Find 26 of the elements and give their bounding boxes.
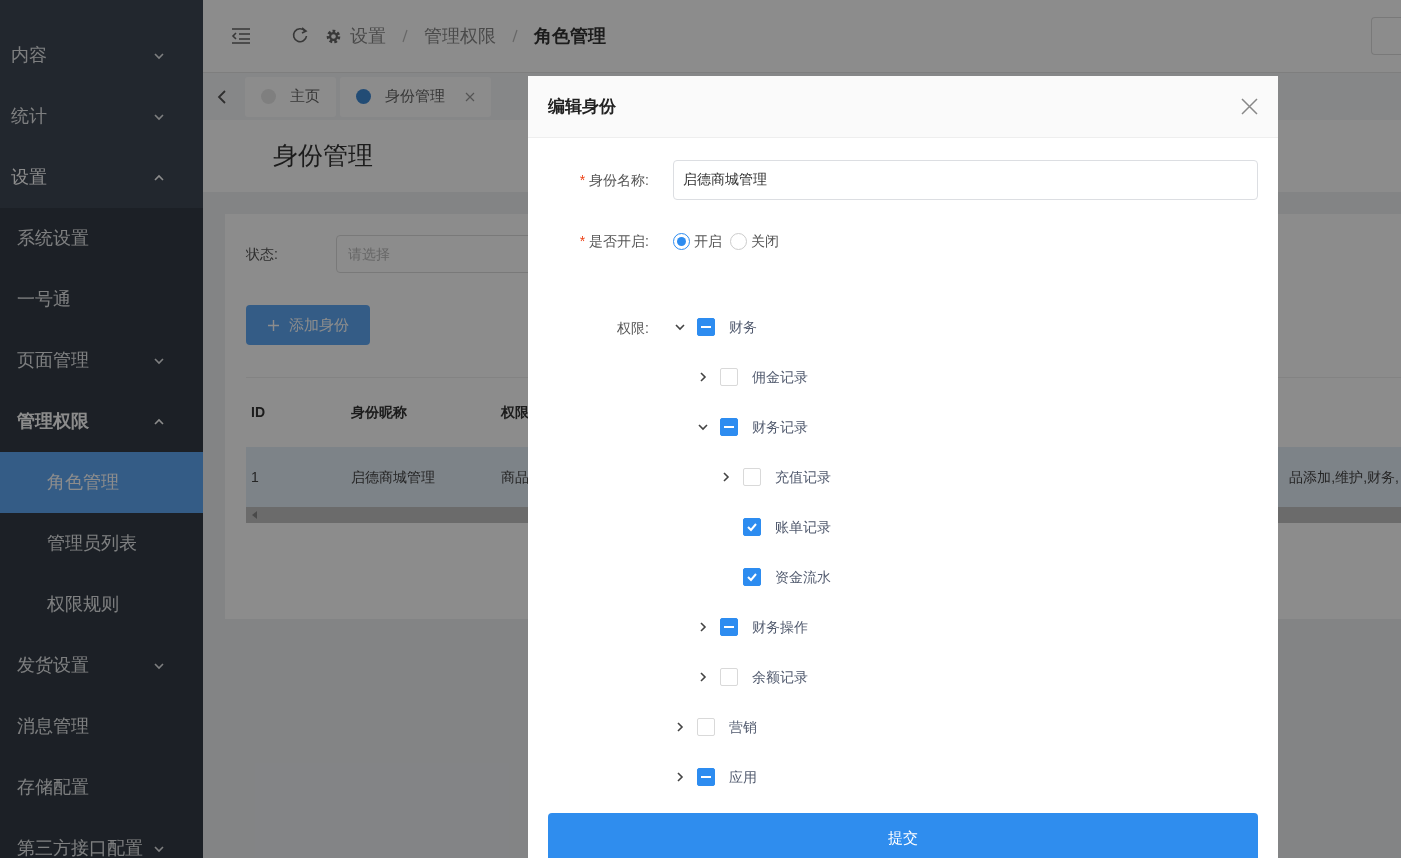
tree-node-label: 余额记录: [752, 667, 808, 687]
required-mark: *: [579, 232, 586, 251]
field-label: 权限:: [617, 319, 649, 338]
tree-node-label: 充值记录: [775, 467, 831, 487]
breadcrumb-item: 角色管理: [534, 24, 606, 48]
tree-node-label: 营销: [729, 717, 757, 737]
field-label: 是否开启:: [589, 232, 649, 251]
table-cell-text: 启德商城管理: [351, 467, 436, 487]
tree-node-label: 财务操作: [752, 617, 808, 637]
table-cell-text: 品添加,维护,财务,: [1289, 467, 1399, 487]
tree-node-label: 资金流水: [775, 567, 831, 587]
table-cell-text: 商品: [501, 467, 530, 487]
field-label: 身份名称:: [589, 170, 649, 190]
tree-node-label: 财务记录: [752, 417, 808, 437]
tree-node-label: 佣金记录: [752, 367, 808, 387]
tree-node-label: 财务: [729, 317, 757, 337]
page-title: 身份管理: [273, 140, 373, 172]
required-mark: *: [579, 170, 586, 190]
filter-label: 状态:: [246, 244, 278, 264]
table-cell-text: 1: [251, 467, 260, 487]
column-header: 权限: [501, 403, 530, 422]
dialog-title: 编辑身份: [548, 95, 616, 118]
tree-node-label: 应用: [729, 767, 757, 787]
tree-node-label: 账单记录: [775, 517, 831, 537]
column-header: 身份昵称: [351, 403, 408, 422]
column-header: ID: [251, 403, 266, 422]
